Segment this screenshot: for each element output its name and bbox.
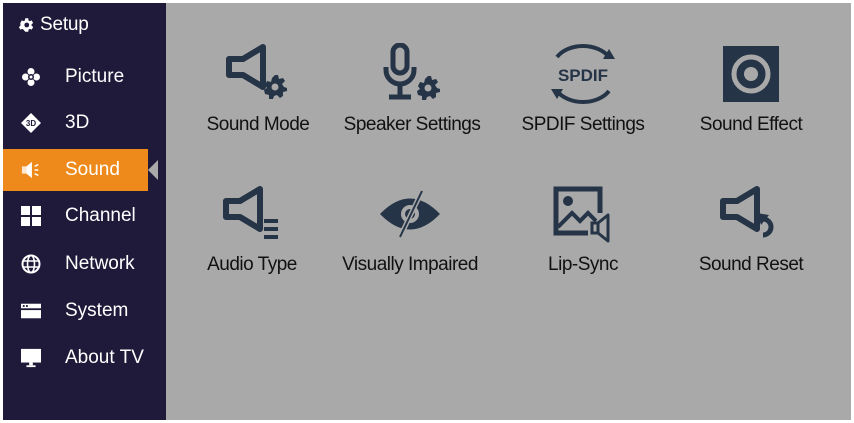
monitor-icon bbox=[21, 348, 41, 368]
tile-speaker-settings[interactable]: Speaker Settings bbox=[332, 39, 492, 159]
tile-sound-effect[interactable]: Sound Effect bbox=[671, 39, 831, 159]
gear-icon bbox=[17, 16, 35, 34]
channel-grid-icon bbox=[21, 206, 41, 226]
sidebar-item-label: 3D bbox=[65, 112, 90, 133]
3d-icon: 3D bbox=[21, 113, 41, 133]
sidebar-item-label: Network bbox=[65, 253, 135, 274]
tile-label: Speaker Settings bbox=[343, 114, 481, 135]
svg-text:SPDIF: SPDIF bbox=[558, 66, 608, 85]
sound-icon bbox=[21, 160, 41, 180]
sound-effect-icon bbox=[671, 39, 831, 109]
sidebar-item-about-tv[interactable]: About TV bbox=[3, 337, 166, 379]
microphone-gear-icon bbox=[332, 39, 492, 109]
speaker-reset-icon bbox=[671, 179, 831, 249]
image-speaker-icon bbox=[503, 179, 663, 249]
speaker-gear-icon bbox=[178, 39, 338, 109]
tile-audio-type[interactable]: Audio Type bbox=[172, 179, 332, 299]
sidebar-item-network[interactable]: Network bbox=[3, 243, 166, 285]
tile-sound-mode[interactable]: Sound Mode bbox=[178, 39, 338, 159]
tile-sound-reset[interactable]: Sound Reset bbox=[671, 179, 831, 299]
eye-slash-icon bbox=[330, 179, 490, 249]
tile-lip-sync[interactable]: Lip-Sync bbox=[503, 179, 663, 299]
picture-icon bbox=[21, 67, 41, 87]
svg-text:3D: 3D bbox=[26, 119, 36, 128]
sidebar-item-label: Picture bbox=[65, 66, 125, 87]
setup-title: Setup bbox=[40, 14, 89, 35]
sidebar-item-channel[interactable]: Channel bbox=[3, 195, 166, 237]
sidebar-item-label: Sound bbox=[65, 159, 120, 180]
system-icon bbox=[21, 301, 41, 321]
speaker-lines-icon bbox=[172, 179, 332, 249]
spdif-icon: SPDIF bbox=[503, 39, 663, 109]
sidebar-item-label: Channel bbox=[65, 205, 136, 226]
sidebar-item-sound[interactable]: Sound bbox=[3, 149, 158, 191]
sidebar-item-picture[interactable]: Picture bbox=[3, 56, 166, 98]
sidebar-item-3d[interactable]: 3D 3D bbox=[3, 102, 166, 144]
tile-label: Visually Impaired bbox=[342, 254, 478, 275]
sidebar: Setup Picture 3D 3D Sound Channel Networ… bbox=[3, 3, 166, 420]
tile-label: Sound Reset bbox=[698, 254, 804, 275]
sidebar-item-label: About TV bbox=[65, 347, 144, 368]
tile-visually-impaired[interactable]: Visually Impaired bbox=[330, 179, 490, 299]
sidebar-item-system[interactable]: System bbox=[3, 290, 166, 332]
setup-screen: Setup Picture 3D 3D Sound Channel Networ… bbox=[3, 3, 851, 420]
tile-spdif-settings[interactable]: SPDIF SPDIF Settings bbox=[503, 39, 663, 159]
globe-icon bbox=[21, 254, 41, 274]
tile-label: Sound Effect bbox=[699, 114, 803, 135]
sidebar-item-label: System bbox=[65, 300, 129, 321]
setup-header: Setup bbox=[3, 3, 166, 47]
